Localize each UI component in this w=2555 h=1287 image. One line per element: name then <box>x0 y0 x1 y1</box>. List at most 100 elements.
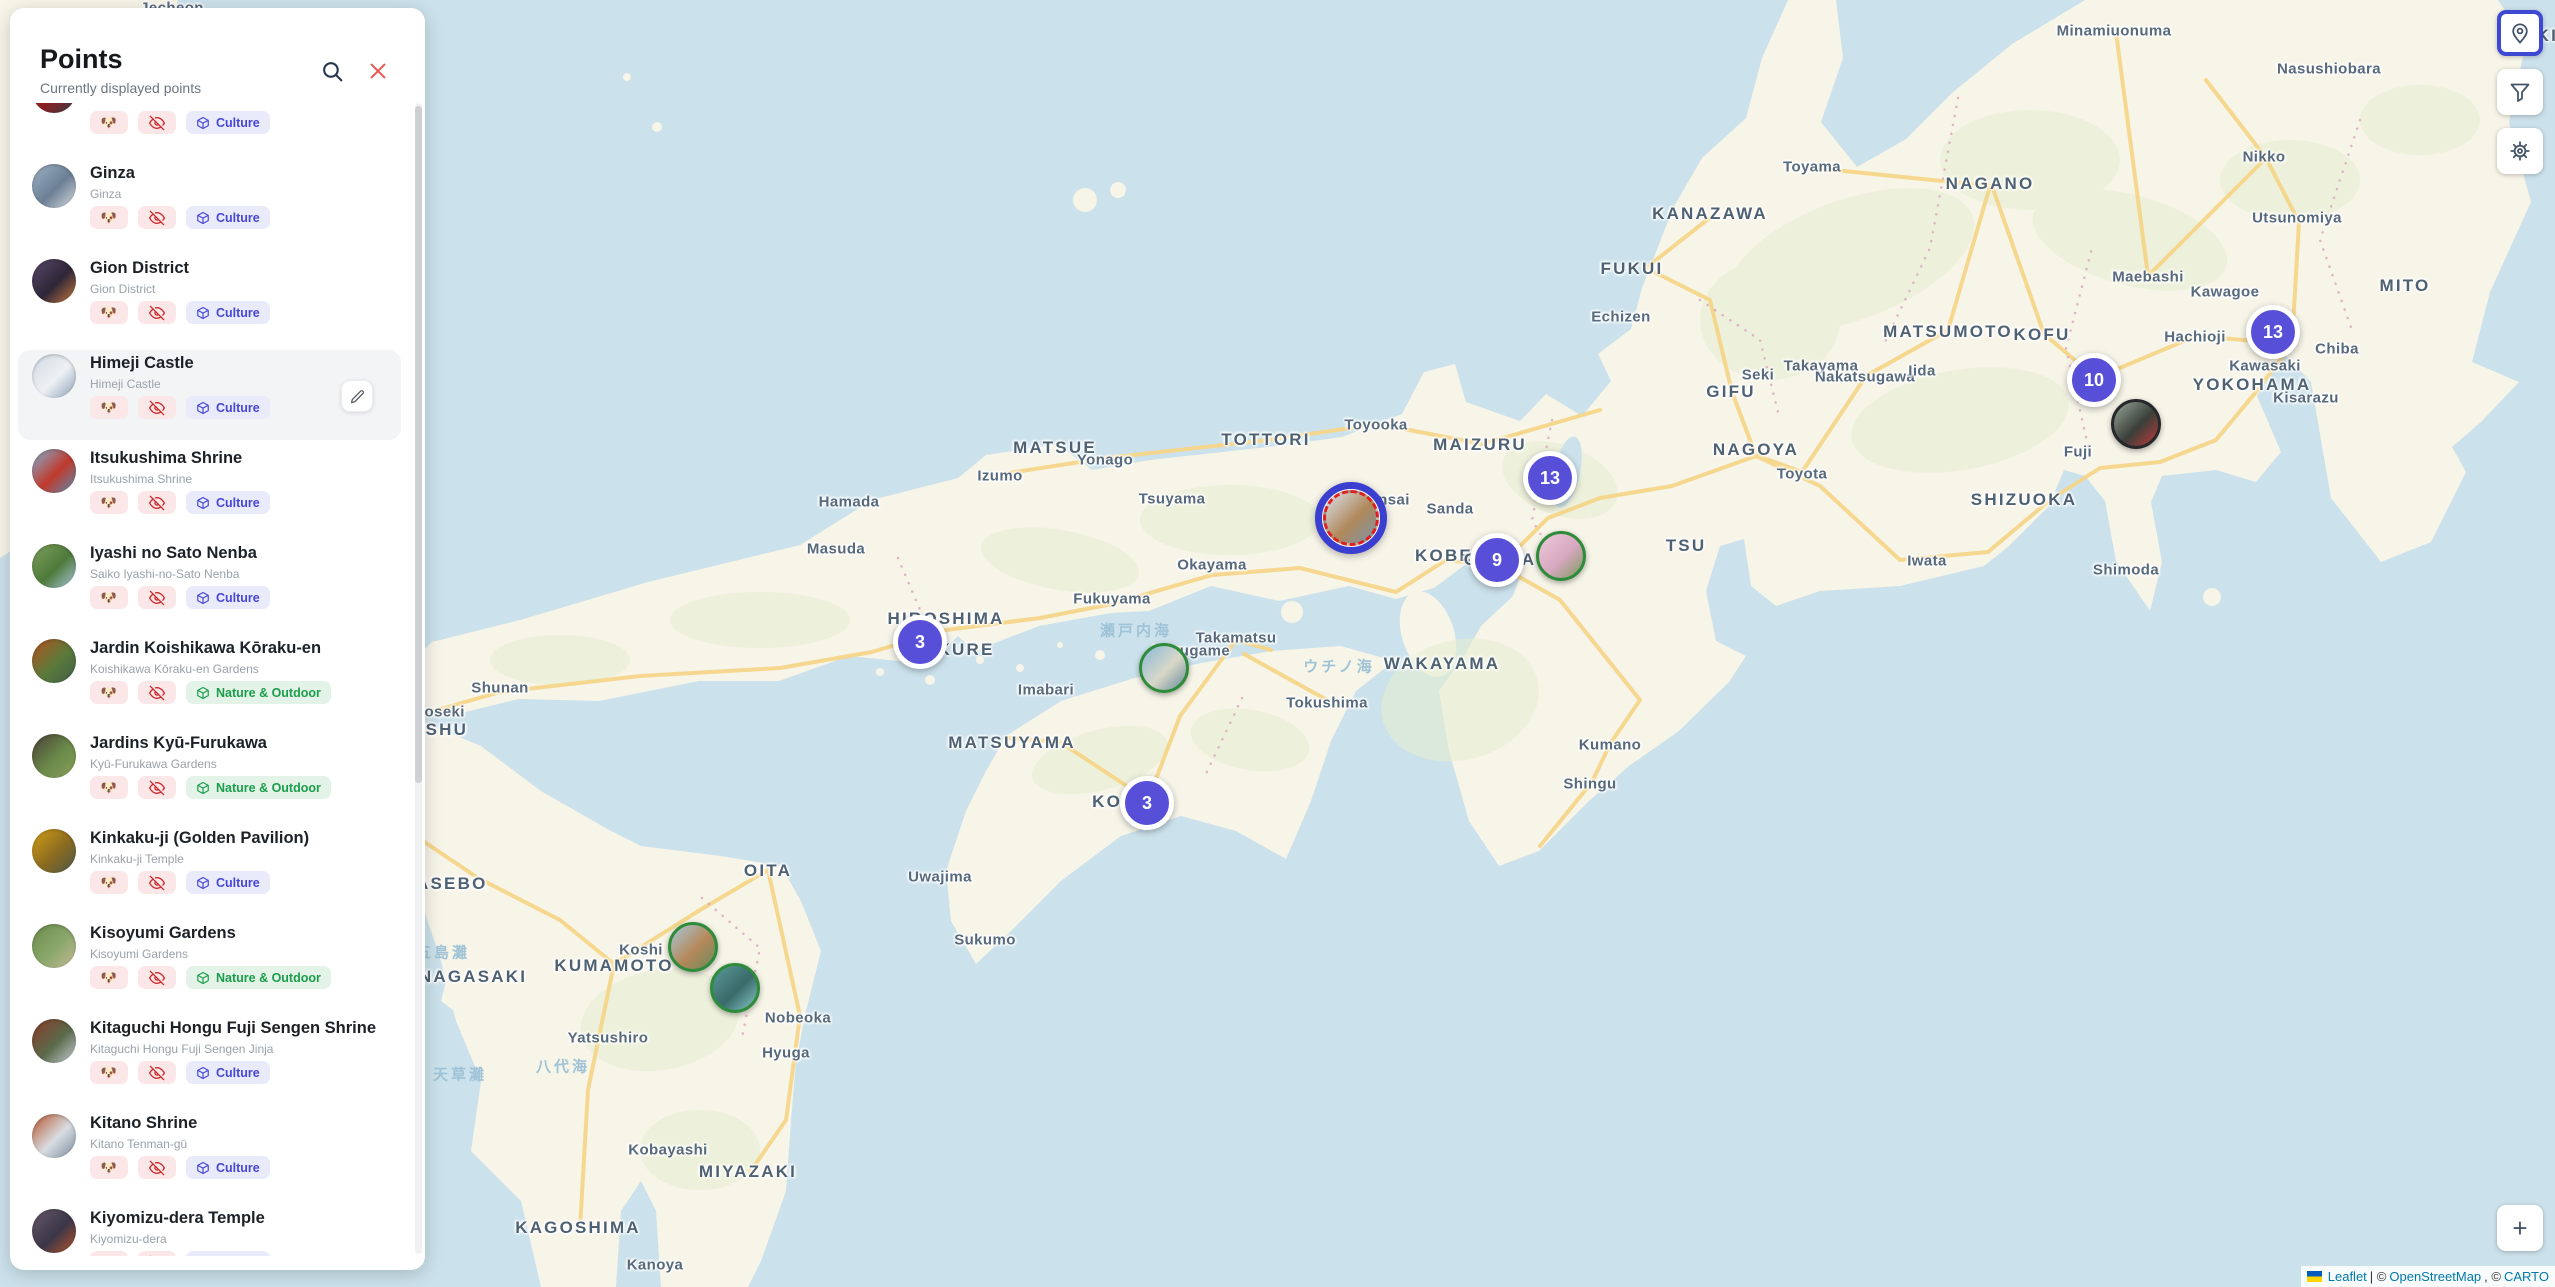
category-label: Nature & Outdoor <box>216 781 321 795</box>
settings-button[interactable] <box>2497 128 2543 174</box>
list-item[interactable]: Itsukushima Shrine Itsukushima Shrine 🐶 … <box>18 445 401 535</box>
dog-icon: 🐶 <box>101 115 117 131</box>
list-item[interactable]: Gion District Gion District 🐶 Culture <box>18 255 401 345</box>
edit-button[interactable] <box>341 380 373 412</box>
map-label: FUKUI <box>1601 259 1664 279</box>
filter-button[interactable] <box>2497 69 2543 115</box>
hidden-badge <box>138 776 176 799</box>
category-badge: Culture <box>186 1061 270 1084</box>
photo-marker-torii-viewpoint[interactable] <box>1139 643 1189 693</box>
locate-button[interactable] <box>2497 10 2543 56</box>
map-label: Kanoya <box>627 1257 684 1274</box>
dog-icon: 🐶 <box>101 875 117 891</box>
point-name: Kisoyumi Gardens <box>90 924 236 943</box>
photo-marker-nara-park[interactable] <box>1536 531 1586 581</box>
carto-link[interactable]: CARTO <box>2504 1269 2549 1284</box>
badge-row: 🐶 Culture <box>90 111 270 134</box>
map-label: Seki <box>1742 367 1774 384</box>
cube-icon <box>196 1256 210 1257</box>
cluster-marker[interactable]: 13 <box>1523 451 1577 505</box>
photo-marker-hakone-cars[interactable] <box>2111 399 2161 449</box>
list-item[interactable]: Kinkaku-ji (Golden Pavilion) Kinkaku-ji … <box>18 825 401 915</box>
map-label: Hyuga <box>762 1045 810 1062</box>
photo-marker-aso-viewpoint[interactable] <box>668 922 718 972</box>
cluster-marker[interactable]: 3 <box>893 615 947 669</box>
openstreetmap-link[interactable]: OpenStreetMap <box>2389 1269 2481 1284</box>
eye-off-icon <box>149 970 165 986</box>
list-item[interactable]: Ginza Ginza 🐶 Culture <box>18 160 401 250</box>
hidden-badge <box>138 396 176 419</box>
map-label: KAGOSHIMA <box>515 1218 641 1238</box>
category-badge: Culture <box>186 871 270 894</box>
map-label: Shimoda <box>2093 562 2159 579</box>
cluster-marker[interactable]: 3 <box>1120 776 1174 830</box>
badge-row: 🐶 Culture <box>90 1156 270 1179</box>
avatar <box>32 103 76 113</box>
pet-badge: 🐶 <box>90 206 128 229</box>
panel-subtitle: Currently displayed points <box>40 80 201 96</box>
category-badge: Nature & Outdoor <box>186 681 331 704</box>
map-label: Okayama <box>1177 557 1247 574</box>
map-label: Nikko <box>2243 149 2286 166</box>
category-label: Nature & Outdoor <box>216 686 321 700</box>
list-item[interactable]: Iyashi no Sato Nenba Saiko Iyashi-no-Sat… <box>18 540 401 630</box>
scrollbar-thumb[interactable] <box>415 106 422 783</box>
cube-icon <box>196 591 210 605</box>
cluster-marker[interactable]: 9 <box>1470 533 1524 587</box>
attribution-separator: | © <box>2370 1269 2387 1284</box>
pet-badge: 🐶 <box>90 966 128 989</box>
eye-off-icon <box>149 400 165 416</box>
point-name: Kitaguchi Hongu Fuji Sengen Shrine <box>90 1019 376 1038</box>
cube-icon <box>196 876 210 890</box>
badge-row: 🐶 Nature & Outdoor <box>90 966 331 989</box>
search-icon[interactable] <box>317 56 347 86</box>
map-attribution: Leaflet | © OpenStreetMap , © CARTO <box>2301 1266 2555 1287</box>
cluster-marker[interactable]: 13 <box>2246 305 2300 359</box>
selected-marker-himeji-castle[interactable] <box>1315 482 1387 554</box>
leaflet-link[interactable]: Leaflet <box>2328 1269 2367 1284</box>
point-subtitle: Kisoyumi Gardens <box>90 947 188 961</box>
list-item[interactable]: 🐶 Culture <box>18 103 401 155</box>
list-item[interactable]: Kisoyumi Gardens Kisoyumi Gardens 🐶 Natu… <box>18 920 401 1010</box>
map-label: Sanda <box>1426 501 1473 518</box>
map-label: TSU <box>1666 536 1707 556</box>
map-label: 天草灘 <box>433 1064 487 1085</box>
eye-off-icon <box>149 685 165 701</box>
plus-icon: + <box>2512 1215 2527 1241</box>
dog-icon: 🐶 <box>101 780 117 796</box>
list-item[interactable]: Kiyomizu-dera Temple Kiyomizu-dera 🐶 Cul… <box>18 1205 401 1256</box>
point-subtitle: Koishikawa Kōraku-en Gardens <box>90 662 259 676</box>
points-panel: Points Currently displayed points 🐶 <box>10 8 425 1270</box>
dog-icon: 🐶 <box>101 400 117 416</box>
list-item[interactable]: Jardins Kyū-Furukawa Kyū-Furukawa Garden… <box>18 730 401 820</box>
point-subtitle: Kinkaku-ji Temple <box>90 852 184 866</box>
map-label: MATSUMOTO <box>1883 322 2013 342</box>
list-item[interactable]: Kitaguchi Hongu Fuji Sengen Shrine Kitag… <box>18 1015 401 1105</box>
point-subtitle: Ginza <box>90 187 121 201</box>
eye-off-icon <box>149 590 165 606</box>
photo-marker-takachiho-gorge[interactable] <box>710 963 760 1013</box>
badge-row: 🐶 Culture <box>90 586 270 609</box>
list-item[interactable]: Jardin Koishikawa Kōraku-en Koishikawa K… <box>18 635 401 725</box>
map-label: Chiba <box>2315 341 2359 358</box>
point-name: Jardin Koishikawa Kōraku-en <box>90 639 321 658</box>
point-subtitle: Kyū-Furukawa Gardens <box>90 757 217 771</box>
close-icon[interactable] <box>363 56 393 86</box>
category-label: Culture <box>216 116 260 130</box>
category-label: Culture <box>216 1066 260 1080</box>
map-label: ウチノ海 <box>1303 656 1375 677</box>
map-label: Shingu <box>1563 776 1616 793</box>
list-item[interactable]: Kitano Shrine Kitano Tenman-gū 🐶 Culture <box>18 1110 401 1200</box>
pencil-icon <box>350 389 365 404</box>
hidden-badge <box>138 1251 176 1256</box>
zoom-in-button[interactable]: + <box>2497 1205 2543 1251</box>
map-label: MIYAZAKI <box>699 1162 797 1182</box>
dog-icon: 🐶 <box>101 1065 117 1081</box>
list-item[interactable]: Himeji Castle Himeji Castle 🐶 Culture <box>18 350 401 440</box>
map-label: Echizen <box>1591 309 1650 326</box>
dog-icon: 🐶 <box>101 685 117 701</box>
cluster-marker[interactable]: 10 <box>2067 353 2121 407</box>
map-label: Yatsushiro <box>568 1030 649 1047</box>
map-label: Kawasaki <box>2229 358 2301 375</box>
avatar <box>32 1114 76 1158</box>
